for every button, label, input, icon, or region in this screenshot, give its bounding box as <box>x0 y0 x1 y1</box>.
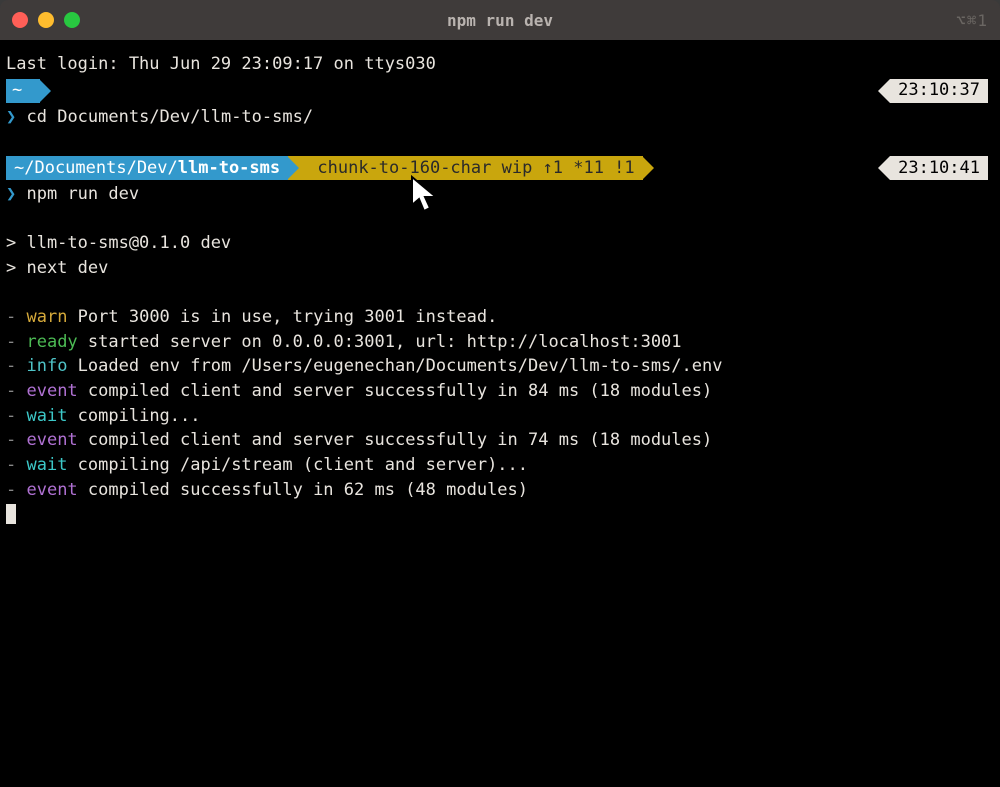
log-level: event <box>26 480 77 500</box>
git-branch-text: chunk-to-160-char wip ↑1 *11 !1 <box>317 156 634 181</box>
log-line: - ready started server on 0.0.0.0:3001, … <box>6 330 994 355</box>
prompt-git-segment: chunk-to-160-char wip ↑1 *11 !1 <box>299 156 643 180</box>
log-line: - wait compiling /api/stream (client and… <box>6 453 994 478</box>
log-text: compiled successfully in 62 ms (48 modul… <box>78 480 528 500</box>
log-dash: - <box>6 455 26 475</box>
blank-line <box>6 129 994 154</box>
log-text: compiled client and server successfully … <box>78 381 713 401</box>
close-window-button[interactable] <box>12 12 28 28</box>
prompt-path-segment: ~/Documents/Dev/llm-to-sms <box>6 156 288 180</box>
timestamp-pill: 23:10:41 <box>890 156 988 180</box>
last-login-line: Last login: Thu Jun 29 23:09:17 on ttys0… <box>6 52 994 77</box>
prompt-row-2: ~/Documents/Dev/llm-to-sms chunk-to-160-… <box>6 156 994 180</box>
log-line: - event compiled client and server succe… <box>6 379 994 404</box>
log-text: compiling... <box>67 406 200 426</box>
log-text: Loaded env from /Users/eugenechan/Docume… <box>67 356 722 376</box>
log-line: - wait compiling... <box>6 404 994 429</box>
zoom-window-button[interactable] <box>64 12 80 28</box>
window-title: npm run dev <box>447 11 553 30</box>
log-dash: - <box>6 430 26 450</box>
log-text: compiled client and server successfully … <box>78 430 713 450</box>
log-dash: - <box>6 356 26 376</box>
log-dash: - <box>6 332 26 352</box>
cursor-icon <box>6 504 16 524</box>
traffic-lights <box>12 12 80 28</box>
log-level: ready <box>26 332 77 352</box>
log-line: - info Loaded env from /Users/eugenechan… <box>6 354 994 379</box>
log-level: event <box>26 381 77 401</box>
log-dash: - <box>6 307 26 327</box>
log-text: Port 3000 is in use, trying 3001 instead… <box>67 307 497 327</box>
log-level: event <box>26 430 77 450</box>
command-text: cd Documents/Dev/llm-to-sms/ <box>27 107 314 127</box>
window-titlebar: npm run dev ⌥⌘1 <box>0 0 1000 40</box>
segment-arrow-icon <box>642 156 654 180</box>
log-output: - warn Port 3000 is in use, trying 3001 … <box>6 305 994 502</box>
log-level: wait <box>26 406 67 426</box>
prompt-angle-icon: ❯ <box>6 107 16 127</box>
timestamp-text: 23:10:37 <box>898 78 980 103</box>
blank-line <box>6 207 994 232</box>
log-level: wait <box>26 455 67 475</box>
timestamp-pill: 23:10:37 <box>890 79 988 103</box>
segment-arrow-icon <box>39 79 51 103</box>
command-text: npm run dev <box>27 184 140 204</box>
terminal-viewport[interactable]: Last login: Thu Jun 29 23:09:17 on ttys0… <box>0 40 1000 787</box>
log-dash: - <box>6 480 26 500</box>
log-line: - event compiled client and server succe… <box>6 428 994 453</box>
prompt-home-segment: ~ <box>6 79 40 103</box>
npm-script-header: > next dev <box>6 256 994 281</box>
log-text: started server on 0.0.0.0:3001, url: htt… <box>78 332 682 352</box>
minimize-window-button[interactable] <box>38 12 54 28</box>
path-prefix: ~/Documents/Dev/ <box>14 156 178 181</box>
segment-arrow-icon <box>287 156 299 180</box>
log-level: info <box>26 356 67 376</box>
log-level: warn <box>26 307 67 327</box>
log-text: compiling /api/stream (client and server… <box>67 455 528 475</box>
command-line-1: ❯ cd Documents/Dev/llm-to-sms/ <box>6 105 994 130</box>
log-dash: - <box>6 381 26 401</box>
prompt-row-1: ~ 23:10:37 <box>6 79 994 103</box>
log-dash: - <box>6 406 26 426</box>
blank-line <box>6 280 994 305</box>
log-line: - warn Port 3000 is in use, trying 3001 … <box>6 305 994 330</box>
log-line: - event compiled successfully in 62 ms (… <box>6 478 994 503</box>
terminal-cursor-line <box>6 502 994 527</box>
timestamp-text: 23:10:41 <box>898 156 980 181</box>
npm-script-header: > llm-to-sms@0.1.0 dev <box>6 231 994 256</box>
prompt-angle-icon: ❯ <box>6 184 16 204</box>
command-line-2: ❯ npm run dev <box>6 182 994 207</box>
window-shortcut-indicator: ⌥⌘1 <box>956 11 988 30</box>
home-glyph: ~ <box>12 78 22 103</box>
path-current: llm-to-sms <box>178 156 280 181</box>
